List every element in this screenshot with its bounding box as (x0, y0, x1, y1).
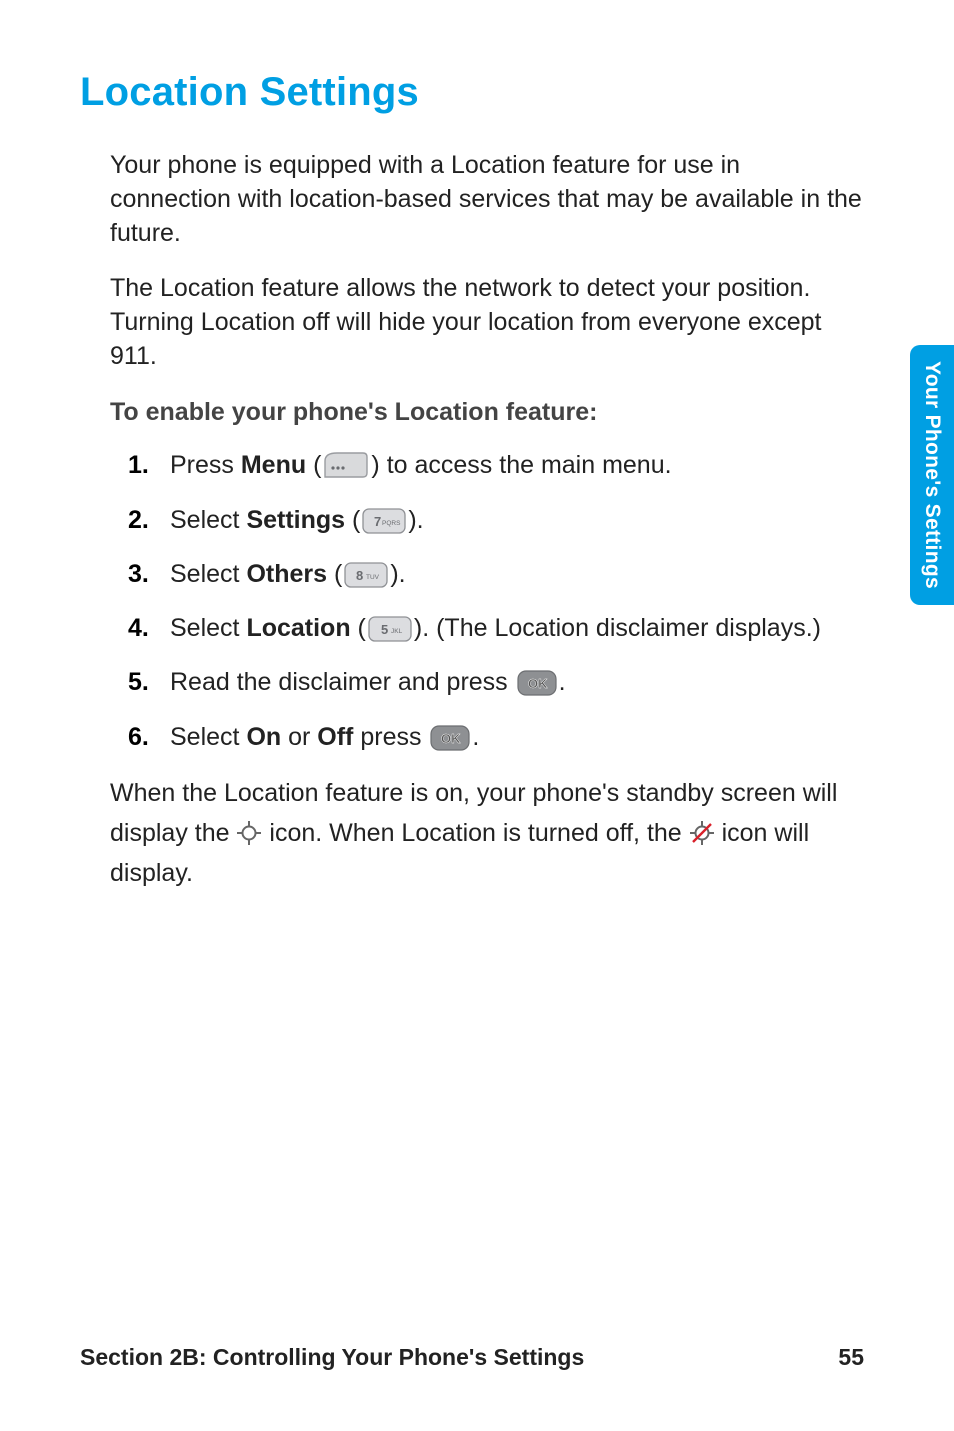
step-text: ) to access the main menu. (371, 451, 671, 479)
step-5: Read the disclaimer and press OK . (128, 664, 864, 700)
page: Location Settings Your phone is equipped… (0, 0, 954, 1431)
location-off-icon (689, 818, 715, 844)
page-number: 55 (838, 1344, 864, 1371)
svg-text:PQRS: PQRS (382, 520, 401, 527)
step-text: ). (408, 506, 423, 534)
step-text: press (353, 723, 428, 751)
step-text: Press (170, 451, 241, 479)
step-bold: On (246, 723, 281, 751)
step-text: ( (327, 560, 342, 588)
svg-text:7: 7 (374, 514, 381, 529)
svg-text:TUV: TUV (366, 574, 380, 581)
closing-paragraph: When the Location feature is on, your ph… (110, 773, 864, 893)
step-bold: Off (317, 723, 353, 751)
section-tab-label: Your Phone's Settings (920, 361, 944, 589)
step-1: Press Menu ( ) to access the main menu. (128, 447, 864, 483)
intro-para-1: Your phone is equipped with a Location f… (110, 149, 864, 250)
key-5-icon: 5 JKL (368, 616, 412, 642)
procedure-heading: To enable your phone's Location feature: (110, 396, 864, 430)
key-8-icon: 8 TUV (344, 562, 388, 588)
step-text: ( (351, 614, 366, 642)
svg-text:8: 8 (356, 568, 363, 583)
menu-softkey-icon (323, 451, 369, 479)
svg-text:5: 5 (381, 622, 388, 637)
ok-key-icon: OK (517, 670, 557, 696)
step-text: . (559, 668, 566, 696)
intro-para-2: The Location feature allows the network … (110, 272, 864, 373)
step-text: Read the disclaimer and press (170, 668, 515, 696)
step-4: Select Location ( 5 JKL ). (The Location… (128, 610, 864, 646)
step-text: ( (306, 451, 321, 479)
step-6: Select On or Off press OK . (128, 719, 864, 755)
svg-text:OK: OK (441, 731, 461, 746)
ok-key-icon: OK (430, 725, 470, 751)
procedure-steps: Press Menu ( ) to access the main menu. … (128, 447, 864, 755)
page-title: Location Settings (80, 70, 864, 115)
step-bold: Others (246, 560, 327, 588)
step-bold: Settings (246, 506, 345, 534)
closing-text: icon. When Location is turned off, the (262, 819, 688, 847)
body-content: Your phone is equipped with a Location f… (110, 149, 864, 893)
step-3: Select Others ( 8 TUV ). (128, 556, 864, 592)
step-text: . (472, 723, 479, 751)
step-text: Select (170, 560, 246, 588)
step-2: Select Settings ( 7 PQRS ). (128, 502, 864, 538)
step-text: ( (345, 506, 360, 534)
svg-text:JKL: JKL (391, 628, 403, 635)
svg-text:OK: OK (528, 676, 548, 691)
step-bold: Location (246, 614, 350, 642)
step-text: or (281, 723, 317, 751)
step-text: Select (170, 723, 246, 751)
page-footer: Section 2B: Controlling Your Phone's Set… (80, 1344, 864, 1371)
section-tab: Your Phone's Settings (910, 345, 954, 605)
location-on-icon (236, 818, 262, 844)
step-bold: Menu (241, 451, 306, 479)
step-text: ). (The Location disclaimer displays.) (414, 614, 821, 642)
key-7-icon: 7 PQRS (362, 508, 406, 534)
step-text: ). (390, 560, 405, 588)
footer-section-label: Section 2B: Controlling Your Phone's Set… (80, 1344, 584, 1371)
step-text: Select (170, 614, 246, 642)
step-text: Select (170, 506, 246, 534)
